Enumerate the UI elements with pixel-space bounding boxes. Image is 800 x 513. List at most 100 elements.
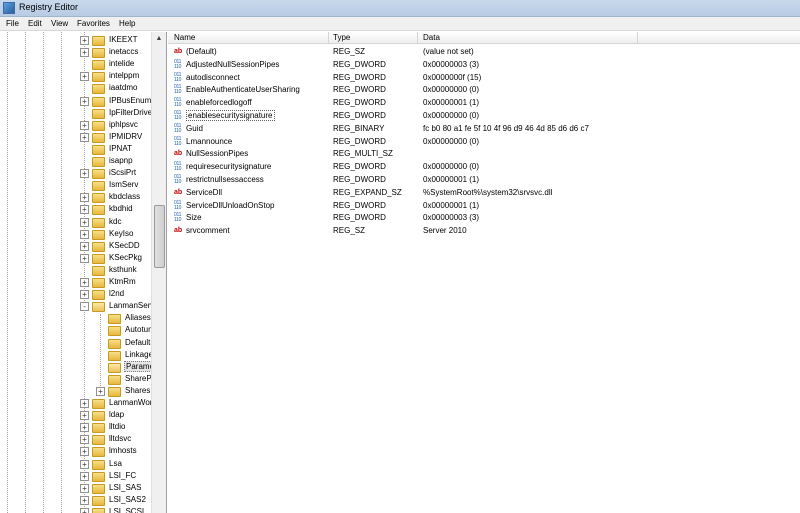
tree-item[interactable]: Aliases — [0, 313, 151, 325]
expand-icon[interactable]: + — [80, 205, 89, 215]
expand-icon[interactable]: + — [80, 169, 89, 179]
expand-icon[interactable]: + — [80, 48, 89, 58]
tree-item[interactable]: + IKEEXT — [0, 35, 151, 47]
expand-icon[interactable]: + — [80, 471, 89, 481]
menu-help[interactable]: Help — [119, 19, 135, 28]
tree-item[interactable]: + ldap — [0, 410, 151, 422]
scroll-up-arrow-icon[interactable]: ▲ — [154, 34, 164, 44]
tree-scrollbar[interactable]: ▲ — [151, 32, 166, 513]
tree-item[interactable]: + KSecDD — [0, 241, 151, 253]
key-tree[interactable]: + IKEEXT + inetaccs intelide + intelppm iaatdmo… — [0, 32, 167, 513]
tree-item-label: IsmServ — [109, 180, 139, 190]
expand-icon[interactable]: + — [80, 290, 89, 300]
table-row[interactable]: ab ServiceDll REG_EXPAND_SZ %SystemRoot%\sy… — [168, 187, 800, 200]
table-row[interactable]: 011 110 autodisconnect REG_DWORD 0x0000000f… — [168, 72, 800, 85]
tree-item[interactable]: isapnp — [0, 156, 151, 168]
expand-icon[interactable]: + — [80, 229, 89, 239]
tree-item[interactable]: + inetaccs — [0, 47, 151, 59]
table-row[interactable]: 011 110 enablesecuritysignature REG_DWORD 0… — [168, 110, 800, 123]
column-header-type[interactable]: Type — [333, 33, 350, 42]
tree-item[interactable]: IpFilterDrive — [0, 108, 152, 120]
menu-view[interactable]: View — [51, 19, 68, 28]
tree-item[interactable]: iaatdmo — [0, 83, 151, 95]
menu-edit[interactable]: Edit — [28, 19, 42, 28]
expand-icon[interactable]: + — [80, 483, 89, 493]
expand-icon[interactable]: + — [80, 36, 89, 45]
tree-item[interactable]: + Shares — [0, 386, 151, 398]
expand-icon[interactable]: + — [80, 459, 89, 469]
tree-item[interactable]: IPNAT — [0, 144, 151, 156]
column-divider[interactable] — [637, 32, 638, 44]
expand-icon[interactable]: + — [80, 217, 89, 227]
table-row[interactable]: 011 110 AdjustedNullSessionPipes REG_DWORD… — [168, 59, 800, 72]
tree-item[interactable]: - LanmanServ — [0, 301, 154, 313]
tree-item[interactable]: + kdc — [0, 217, 151, 229]
tree-item[interactable]: + KtmRm — [0, 277, 151, 289]
tree-item[interactable]: + kbdclass — [0, 192, 151, 204]
tree-item[interactable]: + lltdio — [0, 422, 151, 434]
expand-icon[interactable]: + — [80, 72, 89, 82]
table-row[interactable]: 011 110 ServiceDllUnloadOnStop REG_DWORD 0x… — [168, 200, 800, 213]
expand-icon[interactable]: + — [80, 241, 89, 251]
column-header-name[interactable]: Name — [174, 33, 195, 42]
tree-item[interactable]: + lmhosts — [0, 446, 151, 458]
tree-item[interactable]: ksthunk — [0, 265, 151, 277]
table-row[interactable]: 011 110 enableforcedlogoff REG_DWORD 0x0000… — [168, 97, 800, 110]
expand-icon[interactable]: + — [80, 447, 89, 457]
tree-item[interactable]: + KSecPkg — [0, 253, 151, 265]
expand-icon[interactable]: + — [80, 411, 89, 421]
table-row[interactable]: 011 110 EnableAuthenticateUserSharing REG_… — [168, 84, 800, 97]
string-value-icon: ab — [174, 188, 183, 196]
table-row[interactable]: 011 110 restrictnullsessaccess REG_DWORD 0x… — [168, 174, 800, 187]
expand-icon[interactable]: + — [80, 507, 89, 513]
expand-icon[interactable]: + — [80, 278, 89, 287]
tree-item[interactable]: + LSI_SAS2 — [0, 495, 151, 507]
table-row[interactable]: 011 110 Size REG_DWORD 0x00000003 (3) — [168, 212, 800, 225]
tree-item[interactable]: + kbdhid — [0, 204, 151, 216]
expand-icon[interactable]: + — [80, 423, 89, 433]
expand-icon[interactable]: + — [80, 399, 89, 408]
tree-item[interactable]: + lltdsvc — [0, 434, 151, 446]
tree-item[interactable]: IsmServ — [0, 180, 151, 192]
collapse-icon[interactable]: - — [80, 302, 89, 312]
tree-item[interactable]: + KeyIso — [0, 229, 151, 241]
expand-icon[interactable]: + — [80, 495, 89, 505]
table-row[interactable]: ab NullSessionPipes REG_MULTI_SZ — [168, 148, 800, 161]
tree-item[interactable]: + iScsiPrt — [0, 168, 151, 180]
tree-item[interactable]: SharePro — [0, 374, 159, 386]
expand-icon[interactable]: + — [80, 253, 89, 263]
tree-item[interactable]: Autotun — [0, 325, 153, 337]
tree-item[interactable]: + l2nd — [0, 289, 151, 301]
tree-item[interactable]: + LSI_SAS — [0, 483, 151, 495]
tree-item[interactable]: + LanmanWorl — [0, 398, 154, 410]
table-row[interactable]: 011 110 requiresecuritysignature REG_DWORD… — [168, 161, 800, 174]
expand-icon[interactable]: + — [80, 132, 89, 142]
tree-item[interactable]: Paramet — [0, 360, 159, 374]
table-row[interactable]: 011 110 Lmannounce REG_DWORD 0x00000000 (0) — [168, 136, 800, 149]
table-row[interactable]: 011 110 Guid REG_BINARY fc b0 80 a1 fe 5f 1… — [168, 123, 800, 136]
tree-item[interactable]: + iphlpsvc — [0, 120, 151, 132]
column-divider[interactable] — [328, 32, 329, 44]
expand-icon[interactable]: + — [80, 96, 89, 106]
menu-file[interactable]: File — [6, 19, 19, 28]
expand-icon[interactable]: + — [96, 386, 105, 396]
expand-icon[interactable]: + — [80, 120, 89, 130]
tree-item[interactable]: + IPMIDRV — [0, 132, 151, 144]
table-row[interactable]: ab (Default) REG_SZ (value not set) — [168, 46, 800, 59]
expand-icon[interactable]: + — [80, 435, 89, 445]
tree-item[interactable]: + LSI_SCSI — [0, 507, 151, 513]
menu-favorites[interactable]: Favorites — [77, 19, 110, 28]
tree-item[interactable]: intelide — [0, 59, 151, 71]
scroll-thumb[interactable] — [154, 205, 165, 268]
column-header-data[interactable]: Data — [423, 33, 440, 42]
tree-item[interactable]: + intelppm — [0, 71, 151, 83]
table-row[interactable]: ab srvcomment REG_SZ Server 2010 — [168, 225, 800, 238]
tree-item[interactable]: + IPBusEnum — [0, 96, 151, 108]
tree-item[interactable]: + LSI_FC — [0, 471, 151, 483]
tree-item[interactable]: + Lsa — [0, 459, 151, 471]
tree-item[interactable]: DefaultS — [0, 338, 156, 350]
value-name: NullSessionPipes — [186, 149, 249, 159]
column-divider[interactable] — [417, 32, 418, 44]
values-list[interactable]: Name Type Data ab (Default) REG_SZ (value n… — [168, 32, 800, 513]
expand-icon[interactable]: + — [80, 193, 89, 203]
